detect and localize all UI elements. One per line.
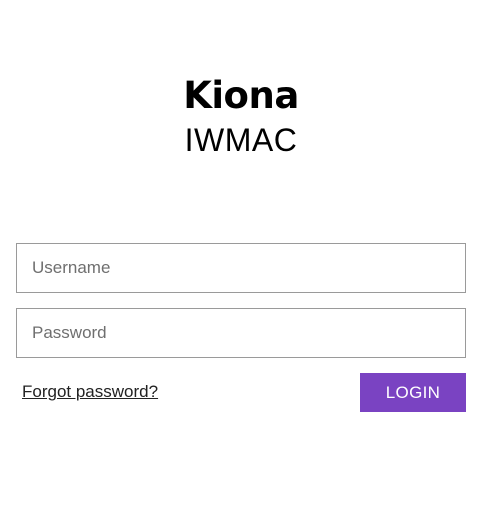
password-input[interactable] [16, 308, 466, 358]
forgot-password-link[interactable]: Forgot password? [22, 381, 158, 403]
login-button[interactable]: LOGIN [360, 373, 466, 412]
kiona-logo: Kiona [183, 74, 299, 117]
product-name: IWMAC [184, 122, 298, 158]
username-input[interactable] [16, 243, 466, 293]
brand-header: Kiona IWMAC [0, 74, 482, 158]
